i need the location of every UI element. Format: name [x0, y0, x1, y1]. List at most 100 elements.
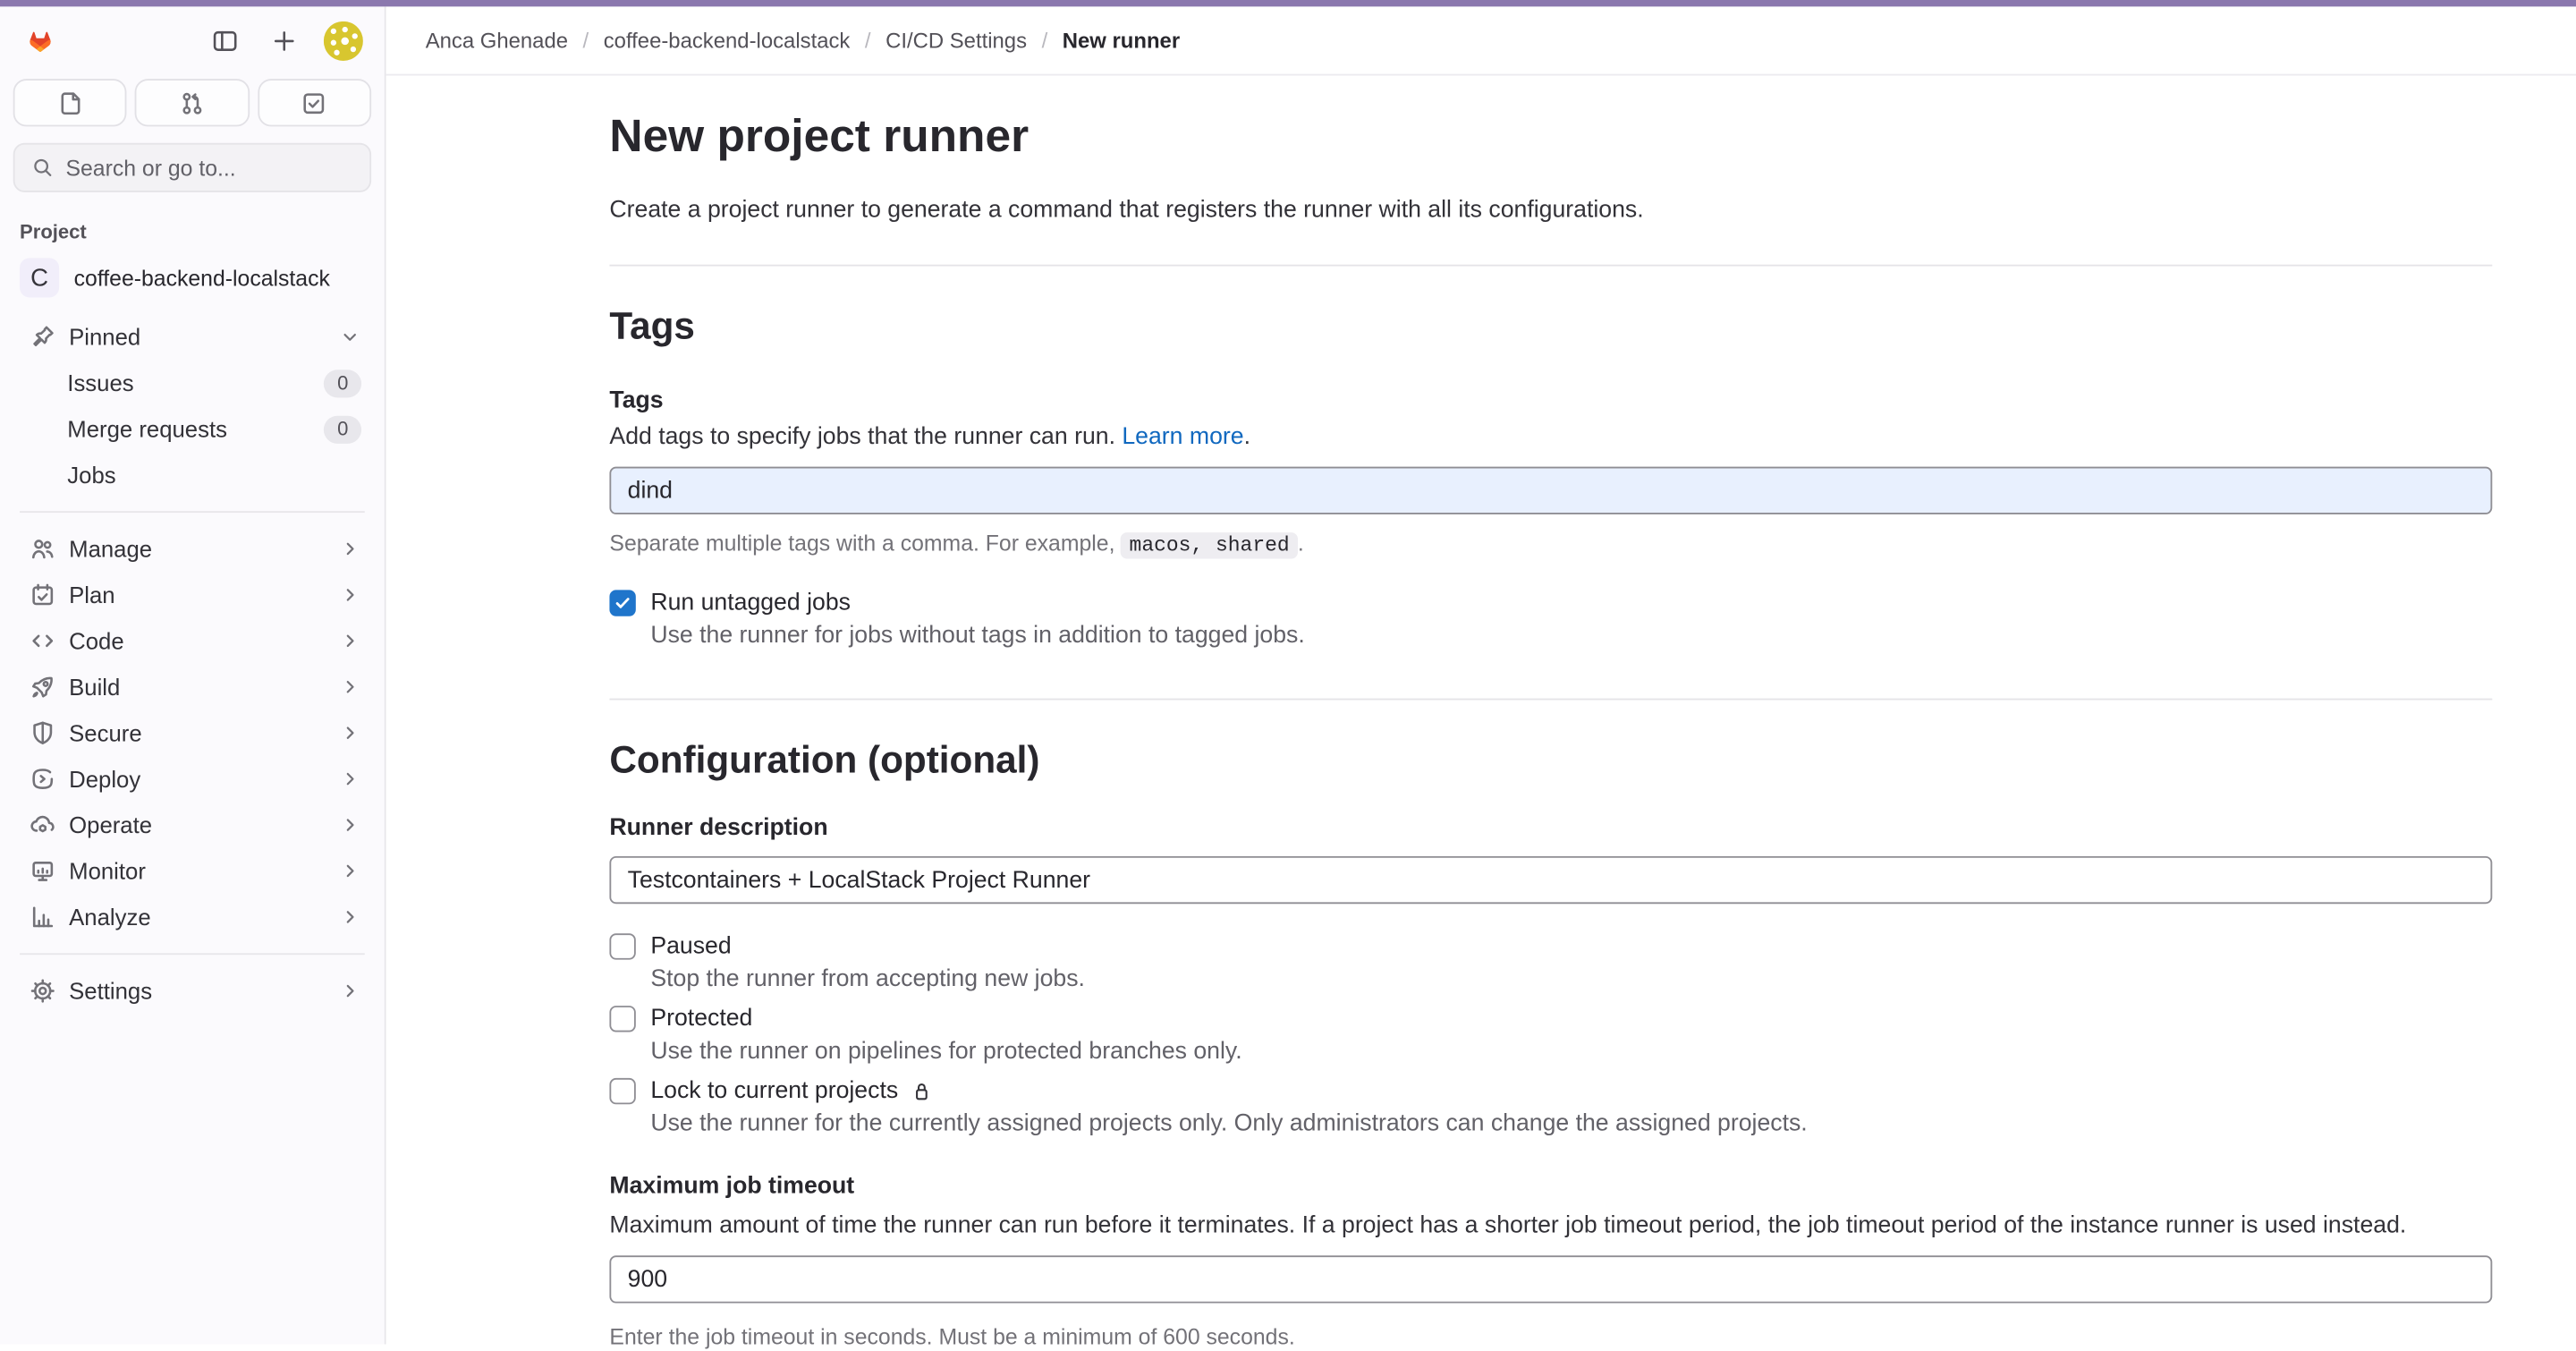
gitlab-logo[interactable] [20, 21, 61, 62]
timeout-input[interactable] [609, 1255, 2492, 1303]
sidebar-item-project[interactable]: C coffee-backend-localstack [13, 251, 371, 304]
search-icon [31, 156, 55, 179]
paused-checkbox-row: Paused [609, 933, 2492, 959]
sidebar-section-label: Project [20, 220, 365, 243]
gitlab-new-runner-page: Search or go to... Project C coffee-back… [0, 0, 2576, 1351]
sidebar-item-build[interactable]: Build [13, 664, 371, 709]
tags-input[interactable] [609, 467, 2492, 514]
runner-description-label: Runner description [609, 815, 2492, 843]
create-new-button[interactable] [263, 20, 306, 63]
chevron-down-icon [338, 326, 361, 349]
sidebar-item-label: Jobs [67, 462, 115, 488]
lock-help: Use the runner for the currently assigne… [650, 1109, 2492, 1141]
sidebar-item-issues[interactable]: Issues 0 [13, 360, 371, 405]
tags-example-code: macos, shared [1121, 532, 1298, 558]
sidebar-item-manage[interactable]: Manage [13, 526, 371, 572]
breadcrumb-cicd-settings[interactable]: CI/CD Settings [886, 28, 1027, 53]
user-avatar-button[interactable] [322, 20, 365, 63]
tags-hint: Separate multiple tags with a comma. For… [609, 529, 2492, 560]
protected-help: Use the runner on pipelines for protecte… [650, 1037, 2492, 1068]
pin-icon [30, 324, 55, 350]
chevron-right-icon [338, 980, 361, 1003]
sidebar-item-operate[interactable]: Operate [13, 802, 371, 847]
sidebar-item-jobs[interactable]: Jobs [13, 452, 371, 497]
window-top-strip [0, 0, 2576, 6]
chevron-right-icon [338, 538, 361, 561]
issues-shortcut-button[interactable] [13, 79, 127, 126]
paused-help: Stop the runner from accepting new jobs. [650, 964, 2492, 996]
sidebar-divider [20, 953, 365, 955]
merge-request-icon [179, 89, 205, 115]
breadcrumb-current: New runner [1063, 28, 1180, 53]
run-untagged-checkbox-row: Run untagged jobs [609, 590, 2492, 616]
runner-description-input[interactable] [609, 856, 2492, 904]
sidebar-item-merge-requests[interactable]: Merge requests 0 [13, 406, 371, 452]
sidebar-item-label: Pinned [69, 324, 140, 350]
sidebar-item-code[interactable]: Code [13, 618, 371, 664]
tags-hint-text: Separate multiple tags with a comma. For… [609, 531, 1121, 556]
sidebar-item-label: Settings [69, 978, 152, 1004]
breadcrumb-group[interactable]: Anca Ghenade [426, 28, 568, 53]
sidebar-item-deploy[interactable]: Deploy [13, 756, 371, 802]
cloud-pod-icon [30, 811, 55, 837]
panel-left-icon [212, 28, 238, 54]
issues-icon [57, 89, 83, 115]
gear-icon [30, 978, 55, 1004]
chevron-right-icon [338, 813, 361, 837]
sidebar-item-label: Issues [67, 370, 133, 395]
sidebar-item-label: Deploy [69, 766, 140, 792]
chevron-right-icon [338, 676, 361, 699]
search-placeholder: Search or go to... [65, 156, 235, 181]
sidebar-item-secure[interactable]: Secure [13, 709, 371, 755]
merge-requests-shortcut-button[interactable] [135, 79, 249, 126]
sidebar-item-label: Merge requests [67, 416, 227, 442]
page-title: New project runner [609, 108, 2492, 164]
todo-list-shortcut-button[interactable] [258, 79, 371, 126]
sidebar-toggle-button[interactable] [204, 20, 247, 63]
protected-checkbox[interactable] [609, 1006, 635, 1032]
sidebar-item-label: Code [69, 628, 123, 654]
run-untagged-checkbox[interactable] [609, 590, 635, 616]
users-icon [30, 536, 55, 562]
tags-label: Tags [609, 387, 2492, 415]
sidebar-item-settings[interactable]: Settings [13, 968, 371, 1014]
tags-help: Add tags to specify jobs that the runner… [609, 422, 2492, 454]
protected-label[interactable]: Protected [650, 1006, 752, 1032]
chevron-right-icon [338, 583, 361, 607]
paused-checkbox[interactable] [609, 933, 635, 959]
paused-label[interactable]: Paused [650, 933, 731, 959]
monitor-icon [30, 858, 55, 884]
sidebar-item-label: Manage [69, 536, 152, 562]
breadcrumb-separator: / [865, 28, 871, 53]
avatar [324, 21, 363, 61]
tags-help-period: . [1244, 424, 1250, 450]
sidebar-item-pinned[interactable]: Pinned [13, 314, 371, 360]
run-untagged-label[interactable]: Run untagged jobs [650, 590, 851, 616]
plus-icon [271, 28, 297, 54]
breadcrumb-separator: / [1042, 28, 1048, 53]
tags-section-heading: Tags [609, 302, 2492, 348]
learn-more-link[interactable]: Learn more [1122, 424, 1243, 450]
tags-hint-period: . [1298, 531, 1304, 556]
breadcrumb-bar: Anca Ghenade / coffee-backend-localstack… [386, 6, 2576, 75]
issues-count-badge: 0 [324, 369, 361, 396]
search-input[interactable]: Search or go to... [13, 143, 371, 192]
sidebar-item-label: Plan [69, 582, 114, 608]
sidebar-item-analyze[interactable]: Analyze [13, 894, 371, 939]
sidebar-divider [20, 511, 365, 513]
sidebar-item-label: Build [69, 674, 120, 700]
rocket-icon [30, 674, 55, 700]
timeout-description: Maximum amount of time the runner can ru… [609, 1211, 2492, 1243]
lock-checkbox[interactable] [609, 1078, 635, 1104]
merge-requests-count-badge: 0 [324, 415, 361, 443]
chevron-right-icon [338, 768, 361, 791]
sidebar-item-label: Secure [69, 719, 141, 745]
tags-help-text: Add tags to specify jobs that the runner… [609, 424, 1122, 450]
breadcrumb-project[interactable]: coffee-backend-localstack [604, 28, 851, 53]
lock-label[interactable]: Lock to current projects [650, 1078, 898, 1104]
sidebar-item-plan[interactable]: Plan [13, 572, 371, 617]
configuration-section-heading: Configuration (optional) [609, 736, 2492, 782]
protected-checkbox-row: Protected [609, 1006, 2492, 1032]
sidebar-item-monitor[interactable]: Monitor [13, 848, 371, 894]
sidebar: Search or go to... Project C coffee-back… [0, 6, 386, 1344]
